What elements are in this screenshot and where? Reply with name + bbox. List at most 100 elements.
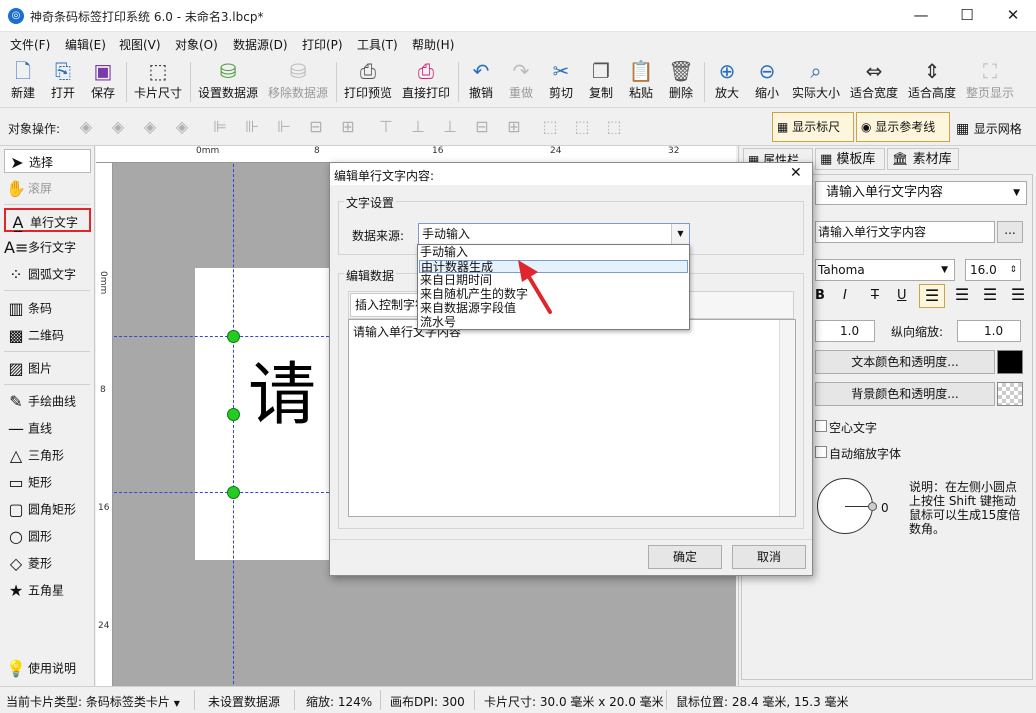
tool-barcode[interactable]: ▥ 条码 xyxy=(4,296,91,320)
resize-handle[interactable] xyxy=(227,330,240,343)
v-scale-stepper[interactable]: 1.0 xyxy=(957,320,1021,342)
strikethrough-button[interactable]: T xyxy=(871,288,879,303)
distribute-v-icon[interactable]: ⊟ xyxy=(472,118,492,136)
align-left-button[interactable]: ☰ xyxy=(919,284,945,308)
bg-color-button[interactable]: 背景颜色和透明度... xyxy=(815,382,995,406)
ungroup-icon[interactable]: ⬚ xyxy=(572,118,592,136)
italic-button[interactable]: I xyxy=(843,288,847,303)
layer-top-icon[interactable]: ◈ xyxy=(76,118,96,136)
tool-star[interactable]: ★ 五角星 xyxy=(4,578,91,602)
object-select[interactable]: 请输入单行文字内容 ▼ xyxy=(815,181,1027,205)
h-scale-stepper[interactable]: 1.0 xyxy=(815,320,875,342)
distribute-vspace-icon[interactable]: ⊞ xyxy=(504,118,524,136)
help-button[interactable]: 💡 使用说明 xyxy=(4,656,91,680)
paste-button[interactable]: 📋 粘贴 xyxy=(624,58,658,106)
tool-multi-line-text[interactable]: A≡多行文字 xyxy=(4,235,91,259)
align-top-icon[interactable]: ⊤ xyxy=(376,118,396,136)
remove-datasource-button[interactable]: ⛁ 移除数据源 xyxy=(266,58,330,106)
datasource-select[interactable]: 手动输入 ▼ xyxy=(418,223,690,245)
hollow-text-checkbox[interactable] xyxy=(815,420,827,432)
tool-scroll[interactable]: ✋ 滚屏 xyxy=(4,176,91,200)
status-card-type[interactable]: 当前卡片类型: 条码标签类卡片 ▼ xyxy=(6,693,180,710)
actual-size-button[interactable]: ⌕ 实际大小 xyxy=(790,58,842,106)
save-button[interactable]: ▣ 保存 xyxy=(86,58,120,106)
font-select[interactable]: Tahoma ▼ xyxy=(815,259,955,281)
layer-down-icon[interactable]: ◈ xyxy=(140,118,160,136)
resize-handle[interactable] xyxy=(227,486,240,499)
maximize-button[interactable]: ☐ xyxy=(944,0,990,32)
zoom-in-button[interactable]: ⊕ 放大 xyxy=(710,58,744,106)
tool-diamond[interactable]: ◇ 菱形 xyxy=(4,551,91,575)
align-center-icon[interactable]: ⊪ xyxy=(242,118,262,136)
open-button[interactable]: ⎘ 打开 xyxy=(46,58,80,106)
text-color-button[interactable]: 文本颜色和透明度... xyxy=(815,350,995,374)
ok-button[interactable]: 确定 xyxy=(648,545,722,569)
distribute-h-icon[interactable]: ⊟ xyxy=(306,118,326,136)
menu-datasource[interactable]: 数据源(D) xyxy=(233,36,288,53)
redo-button[interactable]: ↷ 重做 xyxy=(504,58,538,106)
distribute-space-icon[interactable]: ⊞ xyxy=(338,118,358,136)
align-center-button[interactable]: ☰ xyxy=(949,284,975,308)
tab-materials[interactable]: 🏛 素材库 xyxy=(887,148,959,170)
tool-triangle[interactable]: △ 三角形 xyxy=(4,443,91,467)
justify-button[interactable]: ☰ xyxy=(1005,284,1031,308)
page-display-button[interactable]: ⛶ 整页显示 xyxy=(964,58,1016,106)
set-datasource-button[interactable]: ⛁ 设置数据源 xyxy=(196,58,260,106)
group-icon[interactable]: ⬚ xyxy=(540,118,560,136)
menu-tools[interactable]: 工具(T) xyxy=(357,36,398,53)
close-window-button[interactable]: ✕ xyxy=(990,0,1036,32)
tool-rect[interactable]: ▭ 矩形 xyxy=(4,470,91,494)
delete-button[interactable]: 🗑 删除 xyxy=(664,58,698,106)
textarea-scrollbar[interactable] xyxy=(779,320,795,516)
tool-freehand[interactable]: ✎ 手绘曲线 xyxy=(4,389,91,413)
tool-circle[interactable]: ○ 圆形 xyxy=(4,524,91,548)
minimize-button[interactable]: — xyxy=(898,0,944,32)
tool-round-rect[interactable]: ▢ 圆角矩形 xyxy=(4,497,91,521)
auto-shrink-checkbox[interactable] xyxy=(815,446,827,458)
align-left-icon[interactable]: ⊫ xyxy=(210,118,230,136)
lock-icon[interactable]: ⬚ xyxy=(604,118,624,136)
layer-bottom-icon[interactable]: ◈ xyxy=(172,118,192,136)
align-right-button[interactable]: ☰ xyxy=(977,284,1003,308)
menu-file[interactable]: 文件(F) xyxy=(10,36,50,53)
label-text-object[interactable]: 请 xyxy=(248,356,316,436)
text-content-input[interactable]: 请输入单行文字内容 xyxy=(815,221,995,243)
card-size-button[interactable]: ⬚ 卡片尺寸 xyxy=(132,58,184,106)
bold-button[interactable]: B xyxy=(815,288,825,303)
edit-text-button[interactable]: ... xyxy=(997,221,1023,243)
text-color-swatch[interactable] xyxy=(997,350,1023,374)
resize-handle[interactable] xyxy=(227,408,240,421)
fit-width-button[interactable]: ⇔ 适合宽度 xyxy=(848,58,900,106)
show-ruler-toggle[interactable]: ▦ 显示标尺 xyxy=(772,112,854,142)
menu-print[interactable]: 打印(P) xyxy=(302,36,343,53)
fit-height-button[interactable]: ⇕ 适合高度 xyxy=(906,58,958,106)
bg-color-swatch[interactable] xyxy=(997,382,1023,406)
new-button[interactable]: 🗋 新建 xyxy=(6,58,40,106)
rotation-handle[interactable] xyxy=(868,502,877,511)
align-right-icon[interactable]: ⊩ xyxy=(274,118,294,136)
cancel-button[interactable]: 取消 xyxy=(732,545,806,569)
tool-select[interactable]: ➤ 选择 xyxy=(4,149,91,173)
align-bottom-icon[interactable]: ⊥ xyxy=(440,118,460,136)
menu-edit[interactable]: 编辑(E) xyxy=(65,36,106,53)
undo-button[interactable]: ↶ 撤销 xyxy=(464,58,498,106)
tool-image[interactable]: ▨ 图片 xyxy=(4,356,91,380)
tool-line[interactable]: — 直线 xyxy=(4,416,91,440)
copy-button[interactable]: ❐ 复制 xyxy=(584,58,618,106)
cut-button[interactable]: ✂ 剪切 xyxy=(544,58,578,106)
menu-object[interactable]: 对象(O) xyxy=(175,36,218,53)
zoom-out-button[interactable]: ⊖ 缩小 xyxy=(750,58,784,106)
show-grid-toggle[interactable]: ▦ 显示网格 xyxy=(956,120,1022,137)
tool-single-line-text[interactable]: A̲ 单行文字 xyxy=(4,208,91,232)
tool-arc-text[interactable]: ⁘ 圆弧文字 xyxy=(4,262,91,286)
tool-qrcode[interactable]: ▩ 二维码 xyxy=(4,323,91,347)
show-guides-toggle[interactable]: ◉ 显示参考线 xyxy=(856,112,950,142)
dialog-close-button[interactable]: ✕ xyxy=(790,165,802,181)
direct-print-button[interactable]: ⎙ 直接打印 xyxy=(400,58,452,106)
text-data-textarea[interactable]: 请输入单行文字内容 xyxy=(348,319,796,517)
tab-templates[interactable]: ▦ 模板库 xyxy=(815,148,885,170)
print-preview-button[interactable]: ⎙ 打印预览 xyxy=(342,58,394,106)
menu-help[interactable]: 帮助(H) xyxy=(412,36,454,53)
font-size-stepper[interactable]: 16.0 ⇕ xyxy=(965,259,1021,281)
menu-view[interactable]: 视图(V) xyxy=(119,36,161,53)
